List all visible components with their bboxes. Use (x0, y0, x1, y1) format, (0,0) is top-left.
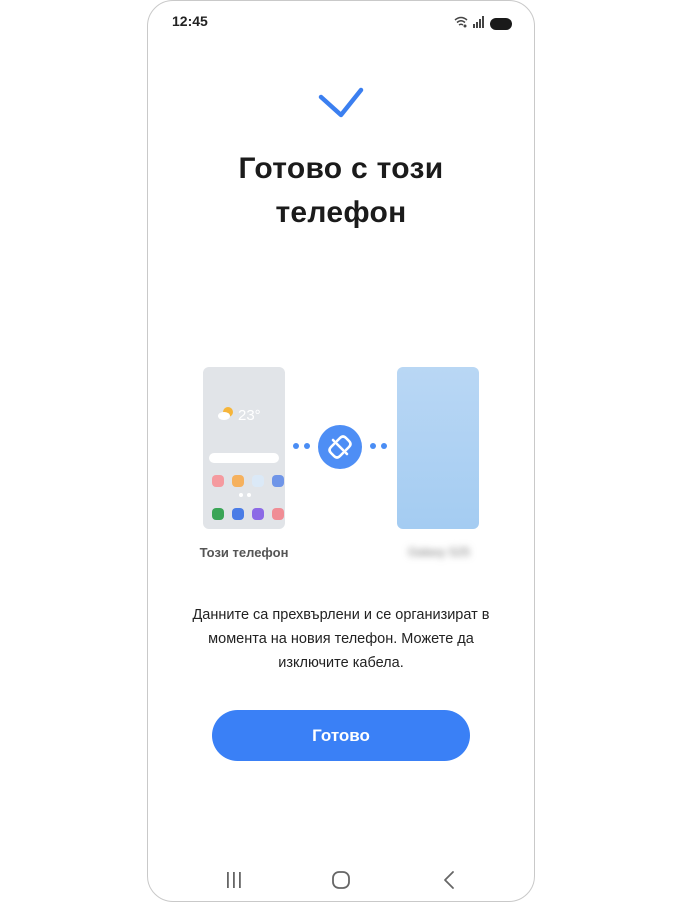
app-icon (212, 508, 224, 520)
phone-screen: 12:45 Готово с този телефон 23° Този тел… (147, 0, 535, 902)
status-time: 12:45 (172, 13, 208, 29)
done-button[interactable]: Готово (212, 710, 470, 761)
home-search-bar (209, 453, 279, 463)
status-icons (454, 15, 512, 33)
app-icon (232, 508, 244, 520)
unlink-icon (318, 425, 362, 469)
title-line-2: телефон (275, 196, 407, 229)
transfer-description: Данните са прехвърлени и се организират … (192, 607, 490, 671)
old-phone-label: Този телефон (199, 545, 289, 560)
new-phone-label: Galaxy S25 (407, 545, 471, 559)
weather-temperature: 23° (238, 407, 261, 424)
new-phone-illustration (397, 367, 479, 529)
recents-icon[interactable] (225, 871, 243, 894)
battery-icon (490, 18, 512, 30)
home-icon[interactable] (331, 870, 351, 895)
app-icon (212, 475, 224, 487)
status-bar: 12:45 (148, 1, 534, 45)
app-icon (272, 475, 284, 487)
back-icon[interactable] (442, 870, 456, 895)
app-row-1 (212, 475, 284, 487)
weather-widget: 23° (217, 405, 261, 426)
connection-dots-right (370, 443, 387, 449)
page-indicator (239, 493, 251, 497)
app-icon (252, 475, 264, 487)
check-icon (318, 87, 364, 118)
app-row-2 (212, 508, 284, 520)
connection-dots-left (293, 443, 310, 449)
navigation-bar (148, 863, 534, 899)
signal-icon (473, 15, 485, 33)
old-phone-illustration: 23° (203, 367, 285, 529)
title-line-1: Готово с този (238, 152, 444, 185)
app-icon (232, 475, 244, 487)
page-title: Готово с този телефон (168, 147, 514, 235)
app-icon (272, 508, 284, 520)
app-icon (252, 508, 264, 520)
wifi-icon (454, 15, 468, 33)
partly-sunny-icon (217, 405, 235, 426)
